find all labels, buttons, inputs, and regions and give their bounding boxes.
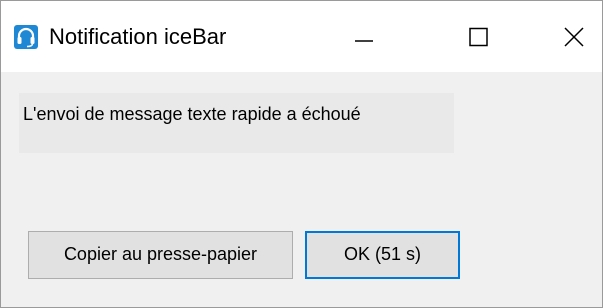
headset-icon: [14, 25, 38, 49]
message-text: L'envoi de message texte rapide a échoué: [23, 104, 361, 124]
close-icon: [564, 27, 584, 47]
message-panel: L'envoi de message texte rapide a échoué: [19, 93, 454, 153]
copy-to-clipboard-button[interactable]: Copier au presse-papier: [28, 231, 293, 279]
close-button[interactable]: [508, 1, 602, 72]
minimize-button[interactable]: [317, 1, 411, 72]
title-bar[interactable]: Notification iceBar: [1, 1, 602, 72]
window-title: Notification iceBar: [49, 24, 227, 49]
minimize-icon: [355, 40, 373, 42]
dialog-window: Notification iceBar L'envoi de message t…: [0, 0, 603, 308]
maximize-icon: [469, 27, 488, 47]
maximize-button[interactable]: [411, 1, 505, 72]
ok-button[interactable]: OK (51 s): [305, 231, 460, 279]
